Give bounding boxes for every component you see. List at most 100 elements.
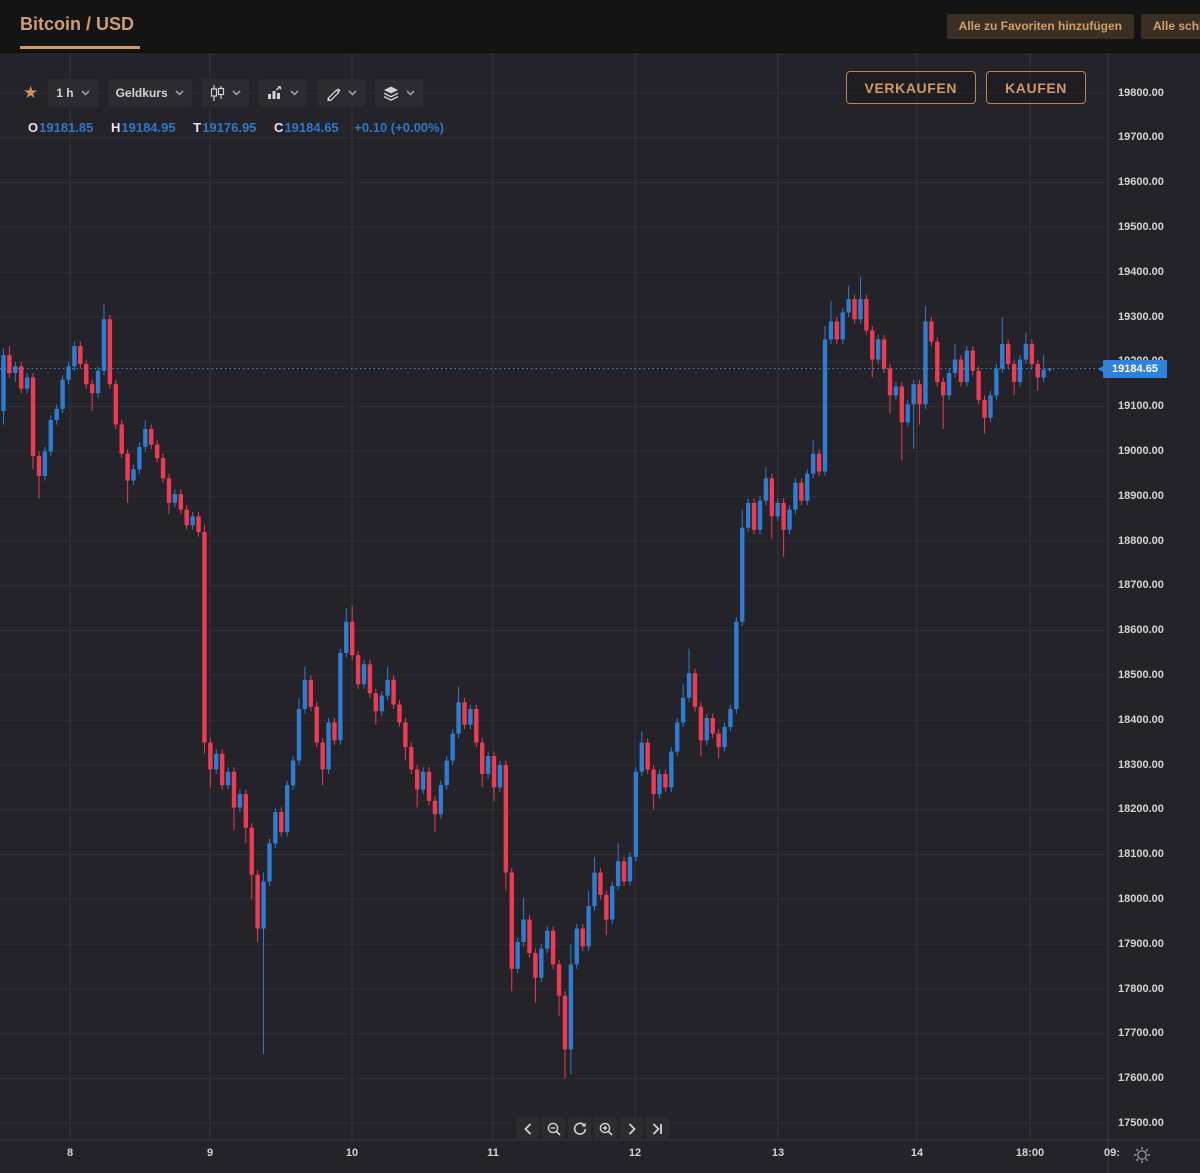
candle-body bbox=[911, 384, 915, 404]
chevron-left-icon bbox=[524, 1123, 532, 1135]
candle-body bbox=[108, 319, 112, 384]
candle-body bbox=[84, 364, 88, 384]
candle-body bbox=[864, 299, 868, 330]
y-axis-label: 17500.00 bbox=[1118, 1117, 1164, 1129]
candle-body bbox=[823, 339, 827, 471]
candle-body bbox=[232, 772, 236, 808]
candle-body bbox=[829, 321, 833, 339]
scroll-right-button[interactable] bbox=[620, 1117, 643, 1140]
compare-dropdown[interactable] bbox=[259, 79, 307, 107]
candle-body bbox=[504, 765, 508, 873]
chart-style-dropdown[interactable] bbox=[202, 79, 249, 107]
sell-button[interactable]: VERKAUFEN bbox=[846, 71, 977, 104]
chart-compare-icon bbox=[267, 86, 283, 100]
layers-dropdown[interactable] bbox=[375, 79, 423, 107]
candle-body bbox=[888, 369, 892, 396]
candle-body bbox=[498, 765, 502, 787]
y-axis-label: 18200.00 bbox=[1118, 803, 1164, 815]
y-axis-label: 18300.00 bbox=[1118, 759, 1164, 771]
candle-body bbox=[994, 369, 998, 396]
candle-body bbox=[155, 445, 159, 458]
chevron-down-icon bbox=[81, 90, 90, 96]
candle-body bbox=[255, 875, 259, 929]
candle-body bbox=[527, 920, 531, 954]
y-axis-label: 18100.00 bbox=[1118, 848, 1164, 860]
interval-dropdown[interactable]: 1 h bbox=[48, 79, 97, 107]
candle-body bbox=[468, 709, 472, 725]
candle-body bbox=[238, 794, 242, 807]
candle-body bbox=[214, 754, 218, 770]
axis-settings-button[interactable] bbox=[1133, 1146, 1151, 1169]
candle-body bbox=[326, 722, 330, 769]
candle-body bbox=[841, 313, 845, 340]
zoom-out-button[interactable] bbox=[542, 1117, 565, 1140]
close-all-button[interactable]: Alle schließen bbox=[1141, 14, 1200, 39]
high-value: 19184.95 bbox=[121, 120, 175, 135]
draw-dropdown[interactable] bbox=[317, 79, 365, 107]
title-underline bbox=[20, 46, 140, 49]
candle-body bbox=[492, 756, 496, 787]
candle-body bbox=[385, 680, 389, 696]
candle-body bbox=[456, 702, 460, 733]
candle-body bbox=[740, 528, 744, 622]
x-axis-label: 9 bbox=[207, 1147, 213, 1159]
price-type-dropdown[interactable]: Geldkurs bbox=[108, 79, 192, 107]
zoom-out-icon bbox=[547, 1122, 561, 1136]
candle-body bbox=[551, 931, 555, 965]
candlestick-chart[interactable] bbox=[0, 0, 1200, 1173]
x-axis-label: 10 bbox=[346, 1147, 358, 1159]
candle-body bbox=[894, 386, 898, 395]
add-all-favorites-button[interactable]: Alle zu Favoriten hinzufügen bbox=[947, 14, 1134, 39]
scroll-left-button[interactable] bbox=[516, 1117, 539, 1140]
candle-body bbox=[220, 754, 224, 785]
candle-body bbox=[734, 622, 738, 709]
candle-body bbox=[445, 761, 449, 786]
candle-body bbox=[764, 478, 768, 500]
chevron-down-icon bbox=[290, 90, 299, 96]
favorite-star-icon[interactable]: ★ bbox=[23, 78, 38, 108]
candle-body bbox=[25, 377, 29, 388]
y-axis-label: 19300.00 bbox=[1118, 311, 1164, 323]
candle-body bbox=[125, 454, 129, 481]
candle-body bbox=[403, 722, 407, 747]
zoom-in-button[interactable] bbox=[594, 1117, 617, 1140]
candle-body bbox=[663, 774, 667, 787]
x-axis-label: 09: bbox=[1104, 1147, 1120, 1159]
low-label: T bbox=[193, 120, 201, 135]
candle-body bbox=[580, 929, 584, 947]
candle-body bbox=[628, 857, 632, 882]
candle-body bbox=[971, 351, 975, 371]
candle-body bbox=[846, 299, 850, 312]
reset-view-button[interactable] bbox=[568, 1117, 591, 1140]
chart-nav bbox=[516, 1117, 669, 1140]
candle-body bbox=[1006, 344, 1010, 364]
candle-body bbox=[285, 785, 289, 832]
high-label: H bbox=[111, 120, 120, 135]
candle-body bbox=[575, 929, 579, 965]
buy-button[interactable]: KAUFEN bbox=[986, 71, 1086, 104]
candle-body bbox=[244, 794, 248, 828]
candle-body bbox=[297, 709, 301, 761]
y-axis-label: 19600.00 bbox=[1118, 176, 1164, 188]
open-value: 19181.85 bbox=[39, 120, 93, 135]
go-to-end-button[interactable] bbox=[646, 1117, 669, 1140]
candle-body bbox=[959, 360, 963, 382]
candle-body bbox=[114, 384, 118, 424]
candle-body bbox=[120, 425, 124, 454]
candle-body bbox=[60, 380, 64, 409]
candle-body bbox=[480, 743, 484, 774]
candle-body bbox=[185, 510, 189, 526]
candle-body bbox=[474, 709, 478, 743]
close-value: 19184.65 bbox=[284, 120, 338, 135]
candle-body bbox=[858, 299, 862, 319]
candle-body bbox=[817, 454, 821, 472]
candle-body bbox=[368, 664, 372, 693]
candle-body bbox=[226, 772, 230, 785]
candle-body bbox=[208, 743, 212, 770]
y-axis-label: 19100.00 bbox=[1118, 400, 1164, 412]
candle-body bbox=[711, 718, 715, 734]
candle-body bbox=[681, 698, 685, 723]
candle-body bbox=[1041, 370, 1045, 378]
candle-body bbox=[693, 673, 697, 707]
x-axis-label: 14 bbox=[911, 1147, 923, 1159]
